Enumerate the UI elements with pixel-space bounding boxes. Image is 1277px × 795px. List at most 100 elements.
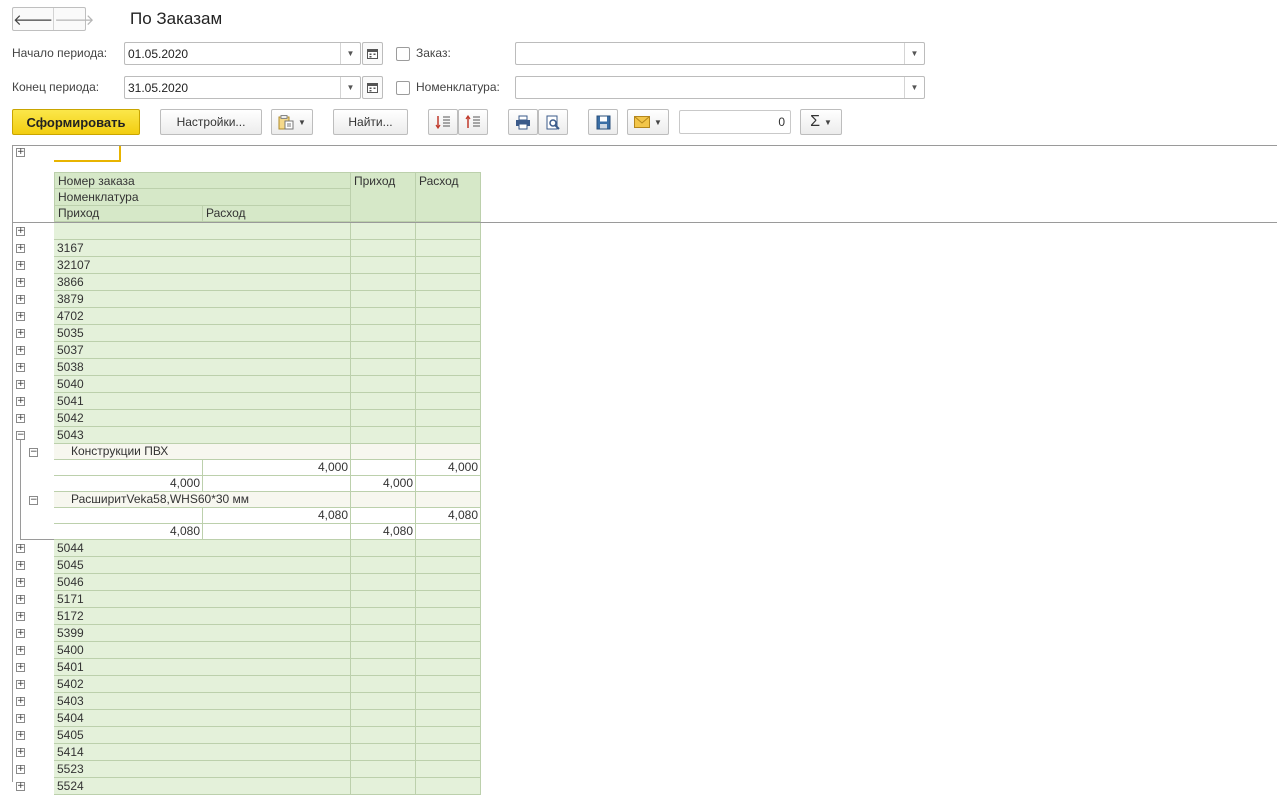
expand-icon[interactable]: + bbox=[16, 782, 25, 791]
order-number-cell[interactable]: 3866 bbox=[54, 274, 351, 291]
expand-icon[interactable]: + bbox=[16, 578, 25, 587]
order-income-cell[interactable] bbox=[351, 727, 416, 744]
order-expense-cell[interactable] bbox=[416, 710, 481, 727]
selected-cell[interactable] bbox=[54, 146, 121, 162]
detail-expense-cell[interactable]: 4,000 bbox=[203, 460, 351, 476]
expand-icon[interactable]: + bbox=[16, 380, 25, 389]
order-expense-cell[interactable] bbox=[416, 410, 481, 427]
order-number-cell[interactable]: 32107 bbox=[54, 257, 351, 274]
order-income-cell[interactable] bbox=[351, 744, 416, 761]
order-income-cell[interactable] bbox=[351, 359, 416, 376]
expand-icon[interactable]: + bbox=[16, 414, 25, 423]
expand-icon[interactable]: + bbox=[16, 663, 25, 672]
order-income-cell[interactable] bbox=[351, 642, 416, 659]
expand-icon[interactable]: + bbox=[16, 629, 25, 638]
order-number-cell[interactable]: 5041 bbox=[54, 393, 351, 410]
order-checkbox[interactable] bbox=[396, 47, 410, 61]
chevron-down-icon[interactable]: ▼ bbox=[340, 43, 360, 64]
order-expense-cell[interactable] bbox=[416, 359, 481, 376]
detail-total-expense-cell[interactable] bbox=[416, 524, 481, 540]
order-expense-cell[interactable] bbox=[416, 325, 481, 342]
order-number-cell[interactable]: 5045 bbox=[54, 557, 351, 574]
order-number-cell[interactable]: 3167 bbox=[54, 240, 351, 257]
order-expense-cell[interactable] bbox=[416, 274, 481, 291]
order-expense-cell[interactable] bbox=[416, 540, 481, 557]
sum-field[interactable]: 0 bbox=[679, 110, 791, 134]
order-income-cell[interactable] bbox=[351, 659, 416, 676]
nomenclature-field[interactable]: ▼ bbox=[515, 76, 925, 99]
back-button[interactable]: 🡐 bbox=[13, 8, 53, 30]
order-income-cell[interactable] bbox=[351, 291, 416, 308]
expand-icon[interactable]: + bbox=[16, 346, 25, 355]
order-income-cell[interactable] bbox=[351, 540, 416, 557]
expand-icon[interactable]: + bbox=[16, 680, 25, 689]
order-number-cell[interactable]: 5401 bbox=[54, 659, 351, 676]
order-expense-cell[interactable] bbox=[416, 778, 481, 795]
order-expense-cell[interactable] bbox=[416, 727, 481, 744]
nomenclature-expense-cell[interactable] bbox=[416, 444, 481, 460]
order-number-cell[interactable]: 5043 bbox=[54, 427, 351, 444]
nomenclature-cell[interactable]: РасширитVeka58,WHS60*30 мм bbox=[54, 492, 351, 508]
order-number-cell[interactable]: 5405 bbox=[54, 727, 351, 744]
detail-total-income-cell[interactable]: 4,000 bbox=[351, 476, 416, 492]
expand-icon[interactable]: + bbox=[16, 612, 25, 621]
detail-expense-cell[interactable]: 4,080 bbox=[203, 508, 351, 524]
expand-icon[interactable]: + bbox=[16, 312, 25, 321]
order-number-cell[interactable]: 5400 bbox=[54, 642, 351, 659]
preview-button[interactable] bbox=[538, 109, 568, 135]
order-income-cell[interactable] bbox=[351, 591, 416, 608]
order-number-cell[interactable]: 5404 bbox=[54, 710, 351, 727]
expand-icon[interactable]: + bbox=[16, 329, 25, 338]
order-expense-cell[interactable] bbox=[416, 393, 481, 410]
order-number-cell[interactable]: 5040 bbox=[54, 376, 351, 393]
order-income-cell[interactable] bbox=[351, 574, 416, 591]
order-expense-cell[interactable] bbox=[416, 223, 481, 240]
expand-icon[interactable]: + bbox=[16, 544, 25, 553]
order-expense-cell[interactable] bbox=[416, 427, 481, 444]
order-expense-cell[interactable] bbox=[416, 257, 481, 274]
detail-income-cell[interactable] bbox=[54, 460, 203, 476]
order-number-cell[interactable]: 5172 bbox=[54, 608, 351, 625]
order-number-cell[interactable]: 5402 bbox=[54, 676, 351, 693]
expand-icon[interactable]: + bbox=[16, 765, 25, 774]
order-expense-cell[interactable] bbox=[416, 291, 481, 308]
expand-icon[interactable]: + bbox=[16, 731, 25, 740]
order-expense-cell[interactable] bbox=[416, 591, 481, 608]
order-number-cell[interactable]: 5037 bbox=[54, 342, 351, 359]
order-number-cell[interactable]: 5414 bbox=[54, 744, 351, 761]
order-number-cell[interactable]: 5524 bbox=[54, 778, 351, 795]
order-number-cell[interactable]: 5046 bbox=[54, 574, 351, 591]
detail-total-expense-cell[interactable]: 4,080 bbox=[416, 508, 481, 524]
order-number-cell[interactable]: 5038 bbox=[54, 359, 351, 376]
sum-button[interactable]: Σ ▼ bbox=[800, 109, 842, 135]
nomenclature-expense-cell[interactable] bbox=[416, 492, 481, 508]
order-income-cell[interactable] bbox=[351, 608, 416, 625]
save-button[interactable] bbox=[588, 109, 618, 135]
expand-icon[interactable]: + bbox=[16, 714, 25, 723]
generate-button[interactable]: Сформировать bbox=[12, 109, 140, 135]
order-number-cell[interactable]: 5523 bbox=[54, 761, 351, 778]
expand-icon[interactable]: + bbox=[16, 363, 25, 372]
order-expense-cell[interactable] bbox=[416, 376, 481, 393]
order-income-cell[interactable] bbox=[351, 693, 416, 710]
expand-icon[interactable]: + bbox=[16, 595, 25, 604]
order-expense-cell[interactable] bbox=[416, 744, 481, 761]
chevron-down-icon[interactable]: ▼ bbox=[340, 77, 360, 98]
order-income-cell[interactable] bbox=[351, 240, 416, 257]
order-income-cell[interactable] bbox=[351, 676, 416, 693]
order-expense-cell[interactable] bbox=[416, 574, 481, 591]
order-expense-cell[interactable] bbox=[416, 642, 481, 659]
order-number-cell[interactable]: 5171 bbox=[54, 591, 351, 608]
order-income-cell[interactable] bbox=[351, 710, 416, 727]
order-expense-cell[interactable] bbox=[416, 693, 481, 710]
detail-income-cell[interactable]: 4,080 bbox=[54, 524, 203, 540]
detail-total-income-cell[interactable] bbox=[351, 460, 416, 476]
detail-total-income-cell[interactable]: 4,080 bbox=[351, 524, 416, 540]
order-income-cell[interactable] bbox=[351, 308, 416, 325]
order-income-cell[interactable] bbox=[351, 761, 416, 778]
order-expense-cell[interactable] bbox=[416, 240, 481, 257]
expand-icon[interactable]: + bbox=[16, 295, 25, 304]
order-number-cell[interactable]: 5403 bbox=[54, 693, 351, 710]
order-expense-cell[interactable] bbox=[416, 342, 481, 359]
detail-total-expense-cell[interactable]: 4,000 bbox=[416, 460, 481, 476]
